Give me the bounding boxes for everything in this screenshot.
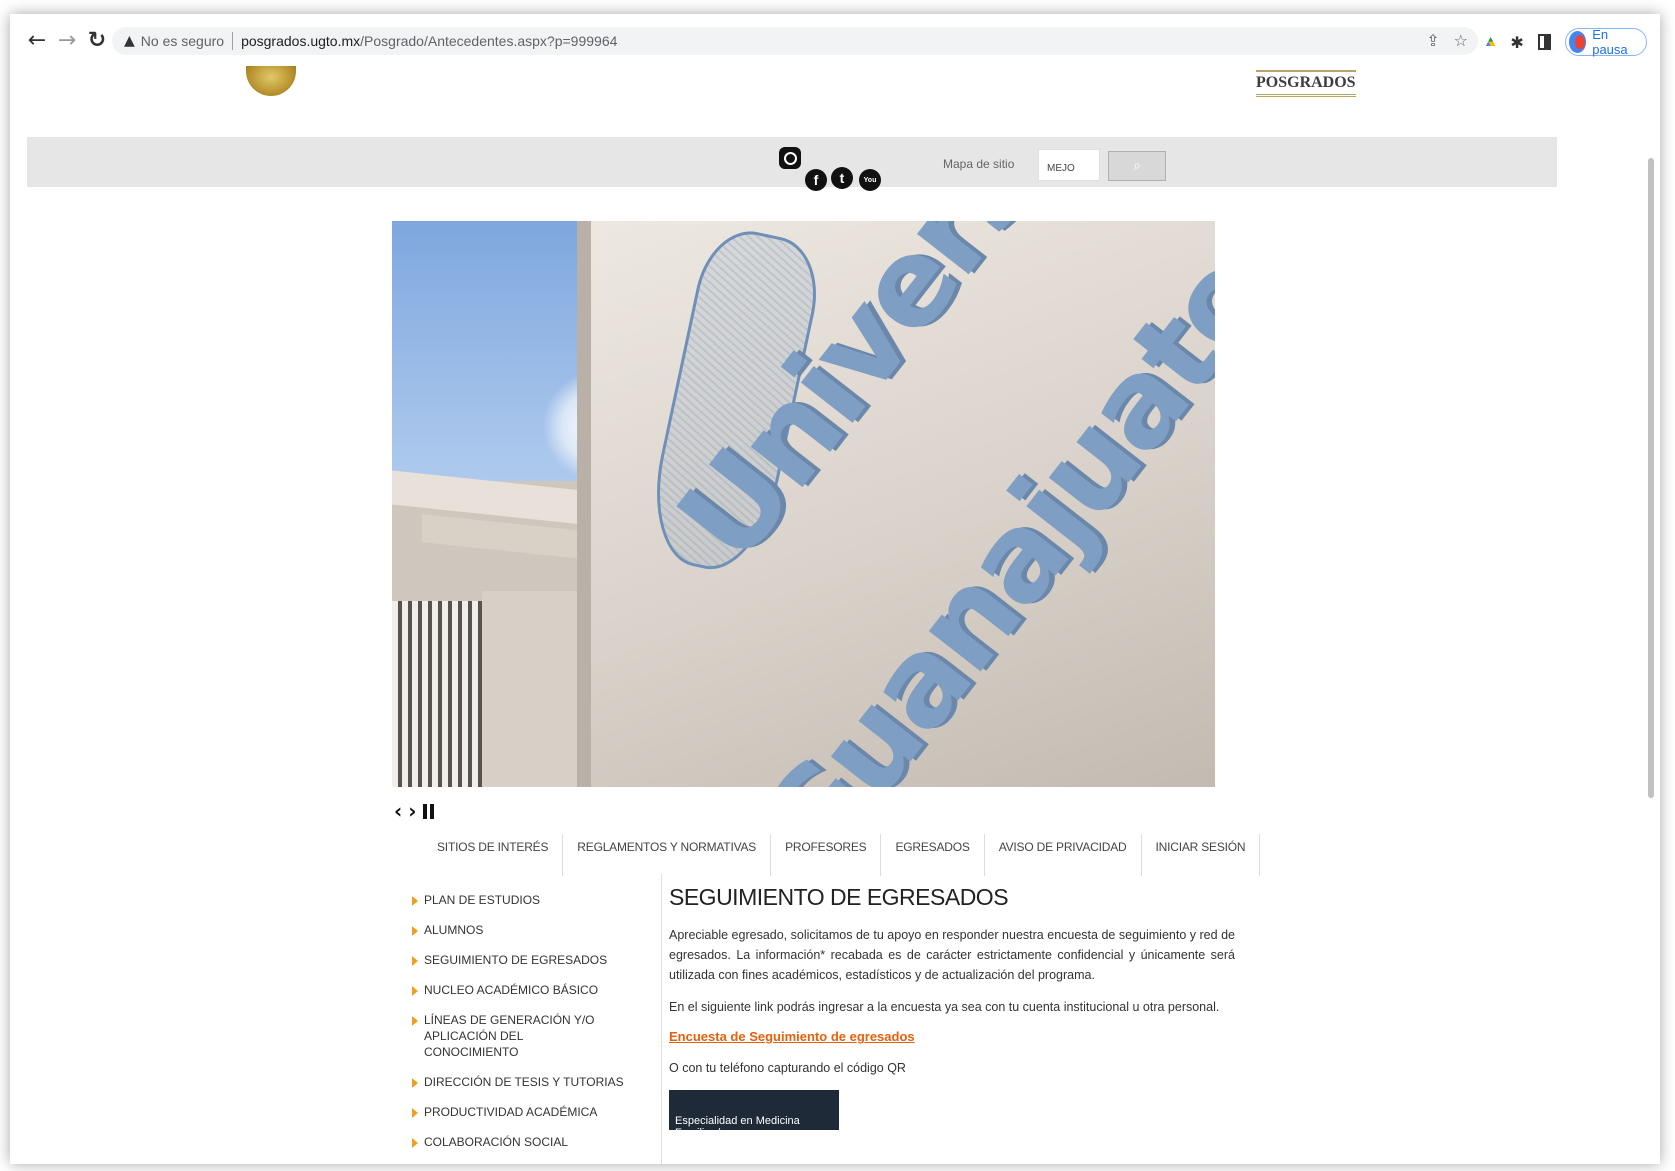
youtube-icon[interactable]: You — [859, 169, 881, 191]
pause-icon[interactable] — [422, 803, 434, 819]
sidebar-item-lineas-de-generacion[interactable]: LÍNEAS DE GENERACIÓN Y/O APLICACIÓN DEL … — [412, 1012, 597, 1060]
tab-aviso-de-privacidad[interactable]: AVISO DE PRIVACIDAD — [985, 834, 1142, 876]
qr-instructions: O con tu teléfono capturando el código Q… — [669, 1061, 906, 1075]
building — [392, 470, 592, 787]
sidebar-item-seguimiento-egresados[interactable]: SEGUIMIENTO DE EGRESADOS — [412, 952, 657, 968]
university-crest-logo[interactable] — [246, 66, 296, 96]
web-page: POSGRADOS f t You Mapa de sitio MEJO ⌕ G… — [10, 66, 1660, 1164]
social-links: f t You — [779, 147, 889, 197]
warning-icon[interactable]: ▲ — [124, 33, 135, 49]
sidebar-item-colaboracion-social[interactable]: COLABORACIÓN SOCIAL — [412, 1134, 657, 1150]
search-input[interactable]: MEJO — [1038, 149, 1100, 181]
hero-slideshow-image: Universidad Guanajuato — [392, 221, 1215, 787]
back-icon[interactable]: ← — [24, 25, 50, 55]
profile-button[interactable]: En pausa — [1564, 27, 1647, 57]
tab-egresados[interactable]: EGRESADOS — [881, 834, 985, 876]
browser-window: ← → ↻ ▲ No es seguro posgrados.ugto.mx/P… — [10, 14, 1660, 1164]
sidebar-item-direccion-de-tesis[interactable]: DIRECCIÓN DE TESIS Y TUTORIAS — [412, 1074, 657, 1090]
main-content: SEGUIMIENTO DE EGRESADOS Apreciable egre… — [669, 884, 1235, 1139]
reload-icon[interactable]: ↻ — [84, 25, 110, 55]
tab-iniciar-sesion[interactable]: INICIAR SESIÓN — [1142, 834, 1261, 876]
building-wall — [482, 591, 592, 787]
url-host[interactable]: posgrados.ugto.mx — [241, 33, 360, 49]
survey-link[interactable]: Encuesta de Seguimiento de egresados — [669, 1029, 1235, 1044]
url-path[interactable]: /Posgrado/Antecedentes.aspx?p=999964 — [360, 33, 617, 49]
sidebar-item-productividad[interactable]: PRODUCTIVIDAD ACADÉMICA — [412, 1104, 657, 1120]
content-divider — [661, 874, 662, 1164]
next-slide-icon[interactable]: › — [408, 799, 416, 823]
intro-paragraph: Apreciable egresado, solicitamos de tu a… — [669, 928, 1235, 982]
google-drive-icon[interactable] — [1485, 35, 1496, 49]
forward-icon[interactable]: → — [54, 25, 80, 55]
profile-status-label: En pausa — [1592, 27, 1628, 57]
qr-banner: Especialidad en Medicina Familiar / — [669, 1090, 839, 1139]
extensions-puzzle-icon[interactable]: ✱ — [1510, 33, 1523, 52]
share-icon[interactable]: ⇪ — [1426, 31, 1439, 50]
tab-profesores[interactable]: PROFESORES — [771, 834, 882, 876]
facebook-icon[interactable]: f — [805, 169, 827, 191]
tab-reglamentos[interactable]: REGLAMENTOS Y NORMATIVAS — [563, 834, 772, 876]
instagram-icon[interactable] — [779, 147, 801, 169]
twitter-icon[interactable]: t — [831, 167, 853, 189]
browser-toolbar: ← → ↻ ▲ No es seguro posgrados.ugto.mx/P… — [10, 14, 1660, 66]
address-bar[interactable]: ▲ No es seguro posgrados.ugto.mx/Posgrad… — [112, 27, 1478, 55]
posgrados-logo[interactable]: POSGRADOS — [1256, 70, 1356, 97]
site-map-link[interactable]: Mapa de sitio — [943, 157, 1014, 171]
search-button[interactable]: ⌕ — [1108, 151, 1166, 181]
bookmark-star-icon[interactable]: ☆ — [1454, 31, 1468, 50]
tab-sitios-de-interes[interactable]: SITIOS DE INTERÉS — [423, 834, 564, 876]
sidebar-item-alumnos[interactable]: ALUMNOS — [412, 922, 657, 938]
side-panel-icon[interactable] — [1537, 34, 1551, 50]
search-icon: ⌕ — [1133, 158, 1141, 174]
scrollbar[interactable] — [1648, 158, 1654, 798]
prev-slide-icon[interactable]: ‹ — [394, 799, 402, 823]
link-instructions: En el siguiente link podrás ingresar a l… — [669, 1000, 1220, 1014]
wall-edge — [577, 221, 591, 787]
avatar — [1568, 31, 1587, 53]
sidebar-item-nucleo-academico[interactable]: NUCLEO ACADÉMICO BÁSICO — [412, 982, 657, 998]
sidebar-menu: PLAN DE ESTUDIOS ALUMNOS SEGUIMIENTO DE … — [412, 892, 657, 1164]
divider — [232, 32, 234, 50]
page-title: SEGUIMIENTO DE EGRESADOS — [669, 884, 1009, 910]
main-nav-tabs: SITIOS DE INTERÉS REGLAMENTOS Y NORMATIV… — [423, 834, 1261, 876]
slideshow-controls: ‹ › — [394, 799, 434, 823]
not-secure-label[interactable]: No es seguro — [141, 33, 224, 49]
sidebar-item-plan-de-estudios[interactable]: PLAN DE ESTUDIOS — [412, 892, 657, 908]
header-bar: f t You Mapa de sitio MEJO ⌕ — [27, 137, 1557, 191]
